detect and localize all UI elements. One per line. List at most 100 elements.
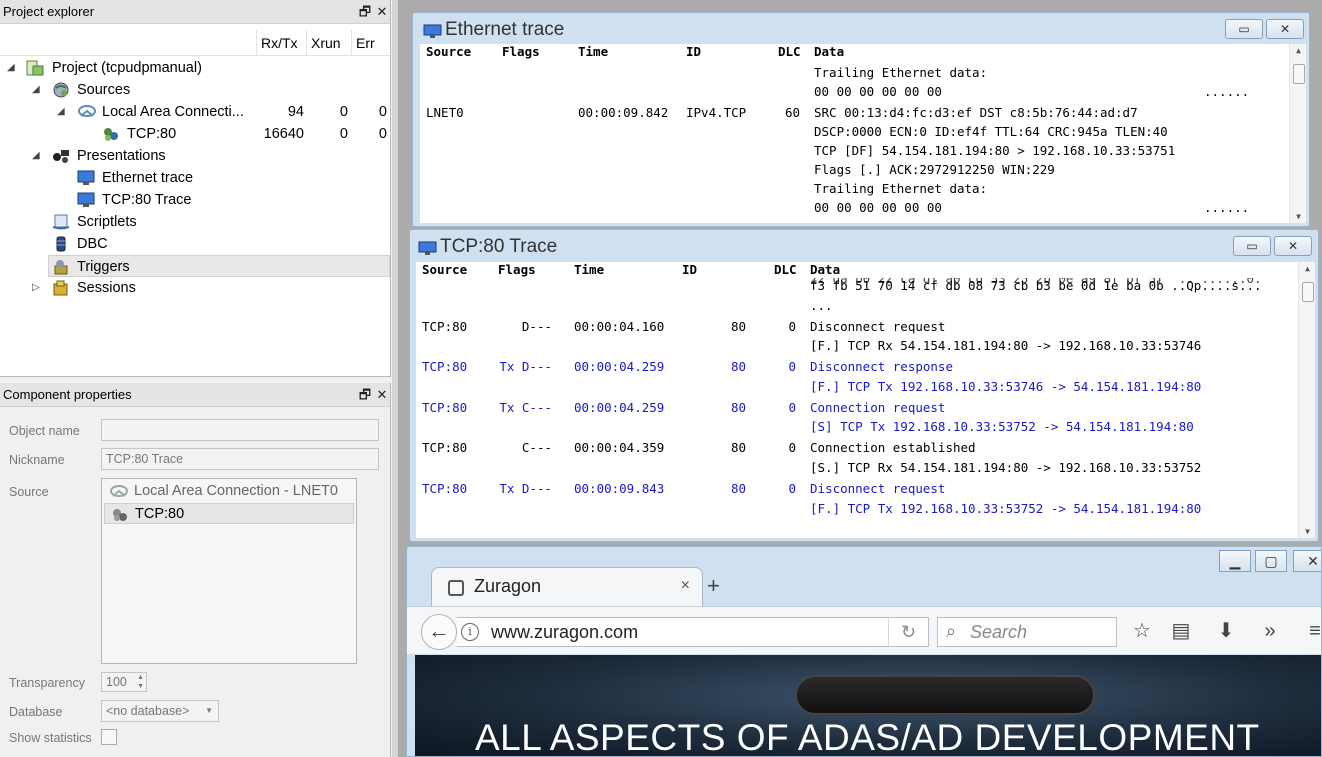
lan-err: 0: [378, 104, 387, 120]
browser-window[interactable]: ▁ ▢ ✕ Zuragon × + ← i www.zuragon.com ↻ …: [406, 546, 1322, 757]
ethernet-trace-table[interactable]: Source Flags Time ID DLC Data Trailing E…: [420, 44, 1306, 223]
spin-arrows-icon[interactable]: ▲ ▼: [137, 673, 144, 691]
transparency-spinbox[interactable]: 100 ▲ ▼: [101, 672, 147, 692]
tree-item-scriptlets[interactable]: Scriptlets: [0, 211, 390, 233]
tree-item-project[interactable]: ◢ Project (tcpudpmanual): [0, 57, 390, 79]
search-input[interactable]: ⌕ Search: [937, 617, 1117, 647]
minimize-button[interactable]: ▁: [1219, 550, 1251, 572]
restore-button[interactable]: ▭: [1233, 236, 1271, 256]
scroll-down-icon[interactable]: ▼: [1290, 212, 1306, 221]
trace-row-continuation[interactable]: DSCP:0000 ECN:0 ID:ef4f TTL:64 CRC:945a …: [420, 122, 1306, 141]
col-time[interactable]: Time: [578, 44, 608, 59]
col-flags[interactable]: Flags: [498, 262, 536, 277]
ethernet-trace-window[interactable]: Ethernet trace ▭ ✕ Source Flags Time ID …: [412, 12, 1310, 227]
float-panel-icon[interactable]: 🗗: [357, 0, 373, 24]
trace-row-continuation[interactable]: [S] TCP Tx 192.168.10.33:53752 -> 54.154…: [416, 417, 1315, 436]
col-source[interactable]: Source: [426, 44, 471, 59]
expand-arrow-icon[interactable]: ▷: [32, 277, 40, 299]
menu-icon[interactable]: ≡: [1302, 617, 1321, 645]
vertical-scrollbar[interactable]: ▲ ▼: [1298, 262, 1315, 538]
scroll-up-icon[interactable]: ▲: [1299, 264, 1315, 273]
column-xrun[interactable]: Xrun: [306, 30, 351, 56]
trace-row-continuation[interactable]: TCP [DF] 54.154.181.194:80 > 192.168.10.…: [420, 141, 1306, 160]
trace-row[interactable]: TCP:80 D--- 00:00:04.160 80 0 Disconnect requ…: [416, 317, 1315, 336]
col-id[interactable]: ID: [686, 44, 701, 59]
col-id[interactable]: ID: [682, 262, 697, 277]
new-tab-button[interactable]: +: [707, 573, 720, 599]
tree-item-dbc[interactable]: DBC: [0, 233, 390, 255]
trace-row[interactable]: TCP:80 Tx D--- 00:00:09.843 80 0 Disconnect r…: [416, 479, 1315, 498]
trace-row-continuation[interactable]: Trailing Ethernet data:: [420, 179, 1306, 198]
tree-item-sources[interactable]: ◢ Sources: [0, 79, 390, 101]
close-button[interactable]: ✕: [1293, 550, 1321, 572]
collapse-arrow-icon[interactable]: ◢: [32, 145, 40, 167]
col-flags[interactable]: Flags: [502, 44, 540, 59]
col-dlc[interactable]: DLC: [778, 44, 801, 59]
object-name-field[interactable]: [101, 419, 379, 441]
column-err[interactable]: Err: [351, 30, 391, 56]
trace-row-continuation[interactable]: Flags [.] ACK:2972912250 WIN:229: [420, 160, 1306, 179]
nickname-field[interactable]: TCP:80 Trace: [101, 448, 379, 470]
trace-row-continuation[interactable]: f3 fb 51 70 14 cf db 08 73 cb b3 be 0d 1…: [416, 276, 1315, 295]
tree-item-presentations[interactable]: ◢ Presentations: [0, 145, 390, 167]
close-panel-icon[interactable]: ✕: [374, 383, 390, 407]
trace-row-continuation[interactable]: 00 00 00 00 00 00......: [420, 82, 1306, 101]
scrollbar-thumb[interactable]: [1302, 282, 1314, 302]
close-button[interactable]: ✕: [1274, 236, 1312, 256]
browser-tab[interactable]: Zuragon ×: [431, 567, 703, 607]
trace-row[interactable]: TCP:80 Tx D--- 00:00:04.259 80 0 Disconnect r…: [416, 357, 1315, 376]
collapse-arrow-icon[interactable]: ◢: [7, 57, 15, 79]
database-select[interactable]: <no database> ▼: [101, 700, 219, 722]
trace-row-continuation[interactable]: ...: [416, 296, 1315, 315]
bookmark-star-icon[interactable]: ☆: [1129, 617, 1155, 645]
collapse-arrow-icon[interactable]: ◢: [32, 79, 40, 101]
tcp80-trace-table[interactable]: 22 da b0 22 ca df a0 cd 53 25 2b 0e a9 8…: [416, 262, 1315, 538]
scrollbar-thumb[interactable]: [1293, 64, 1305, 84]
tree-item-local-area-connection[interactable]: ◢ Local Area Connecti... 94 0 0: [0, 101, 390, 123]
tree-item-tcp80-trace[interactable]: TCP:80 Trace: [0, 189, 390, 211]
source-list-item-selected[interactable]: TCP:80: [104, 503, 354, 524]
tree-item-tcp80[interactable]: TCP:80 16640 0 0: [0, 123, 390, 145]
download-icon[interactable]: ⬇: [1213, 617, 1239, 645]
url-bar[interactable]: i www.zuragon.com ↻: [457, 617, 929, 647]
close-button[interactable]: ✕: [1266, 19, 1304, 39]
reading-list-icon[interactable]: ▤: [1168, 617, 1194, 645]
scroll-down-icon[interactable]: ▼: [1299, 527, 1315, 536]
trace-row-continuation[interactable]: Trailing Ethernet data:: [420, 63, 1306, 82]
col-data[interactable]: Data: [814, 44, 844, 59]
col-dlc[interactable]: DLC: [774, 262, 797, 277]
tab-close-icon[interactable]: ×: [681, 577, 690, 595]
trace-row-continuation[interactable]: [F.] TCP Tx 192.168.10.33:53746 -> 54.15…: [416, 377, 1315, 396]
trace-row[interactable]: TCP:80 C--- 00:00:04.359 80 0 Connection esta…: [416, 438, 1315, 457]
trace-row-continuation[interactable]: 00 00 00 00 00 00......: [420, 198, 1306, 217]
overflow-chevron-icon[interactable]: »: [1257, 617, 1283, 645]
web-page-content[interactable]: ALL ASPECTS OF ADAS/AD DEVELOPMENT: [415, 655, 1321, 756]
info-icon[interactable]: i: [461, 623, 479, 641]
col-time[interactable]: Time: [574, 262, 604, 277]
float-panel-icon[interactable]: 🗗: [357, 383, 373, 407]
trace-row-continuation[interactable]: [F.] TCP Rx 54.154.181.194:80 -> 192.168…: [416, 336, 1315, 355]
tree-item-ethernet-trace[interactable]: Ethernet trace: [0, 167, 390, 189]
source-list[interactable]: Local Area Connection - LNET0 TCP:80: [101, 478, 357, 664]
column-rxtx[interactable]: Rx/Tx: [256, 30, 304, 56]
collapse-arrow-icon[interactable]: ◢: [57, 101, 65, 123]
trace-row-continuation[interactable]: [S.] TCP Rx 54.154.181.194:80 -> 192.168…: [416, 458, 1315, 477]
show-statistics-checkbox[interactable]: [101, 729, 117, 745]
col-data[interactable]: Data: [810, 262, 840, 277]
trace-row[interactable]: LNET0 00:00:09.842 IPv4.TCP 60 SRC 00:13:d4:…: [420, 103, 1306, 122]
scroll-up-icon[interactable]: ▲: [1290, 46, 1306, 55]
tcp80-trace-window[interactable]: TCP:80 Trace ▭ ✕ 22 da b0 22 ca df a0 cd…: [409, 229, 1319, 542]
vertical-scrollbar[interactable]: ▲ ▼: [1289, 44, 1306, 223]
restore-button[interactable]: ▭: [1225, 19, 1263, 39]
tree-item-sessions[interactable]: ▷ Sessions: [0, 277, 390, 299]
trace-row-continuation[interactable]: [F.] TCP Tx 192.168.10.33:53752 -> 54.15…: [416, 499, 1315, 518]
reload-icon[interactable]: ↻: [888, 618, 928, 646]
maximize-button[interactable]: ▢: [1255, 550, 1287, 572]
url-text[interactable]: www.zuragon.com: [491, 622, 638, 643]
close-panel-icon[interactable]: ✕: [374, 0, 390, 24]
back-arrow-icon[interactable]: ←: [421, 614, 457, 650]
source-list-item[interactable]: Local Area Connection - LNET0: [104, 481, 354, 502]
col-source[interactable]: Source: [422, 262, 467, 277]
tree-item-triggers[interactable]: Triggers: [48, 255, 390, 277]
trace-row[interactable]: TCP:80 Tx C--- 00:00:04.259 80 0 Connection r…: [416, 398, 1315, 417]
